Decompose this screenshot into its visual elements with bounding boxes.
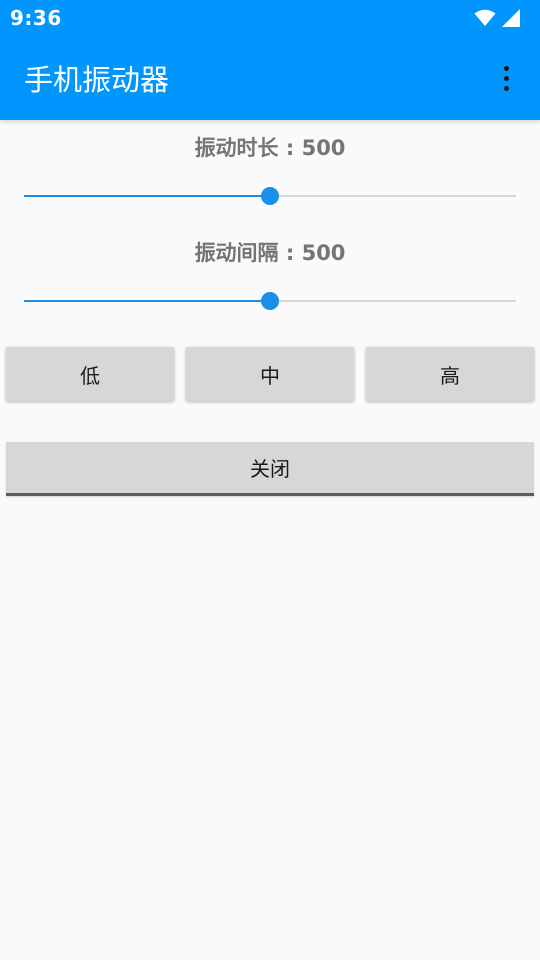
interval-label: 振动间隔 : 500 bbox=[194, 241, 346, 265]
duration-slider[interactable] bbox=[24, 184, 516, 208]
interval-track-fill bbox=[24, 300, 270, 302]
status-time: 9:36 bbox=[10, 6, 62, 30]
low-button[interactable]: 低 bbox=[6, 347, 174, 401]
wifi-icon bbox=[474, 9, 496, 26]
duration-slider-thumb[interactable] bbox=[261, 187, 279, 205]
high-button[interactable]: 高 bbox=[366, 347, 534, 401]
close-button[interactable]: 关闭 bbox=[6, 442, 534, 496]
status-bar: 9:36 bbox=[0, 0, 540, 36]
status-icons bbox=[474, 9, 520, 27]
app-bar: 手机振动器 bbox=[0, 36, 540, 120]
more-options-icon[interactable] bbox=[492, 58, 520, 98]
interval-slider[interactable] bbox=[24, 289, 516, 313]
app-title: 手机振动器 bbox=[24, 63, 170, 97]
interval-slider-thumb[interactable] bbox=[261, 292, 279, 310]
medium-button[interactable]: 中 bbox=[186, 347, 354, 401]
cellular-signal-icon bbox=[502, 9, 520, 27]
duration-label: 振动时长 : 500 bbox=[194, 136, 346, 160]
duration-track-fill bbox=[24, 195, 270, 197]
